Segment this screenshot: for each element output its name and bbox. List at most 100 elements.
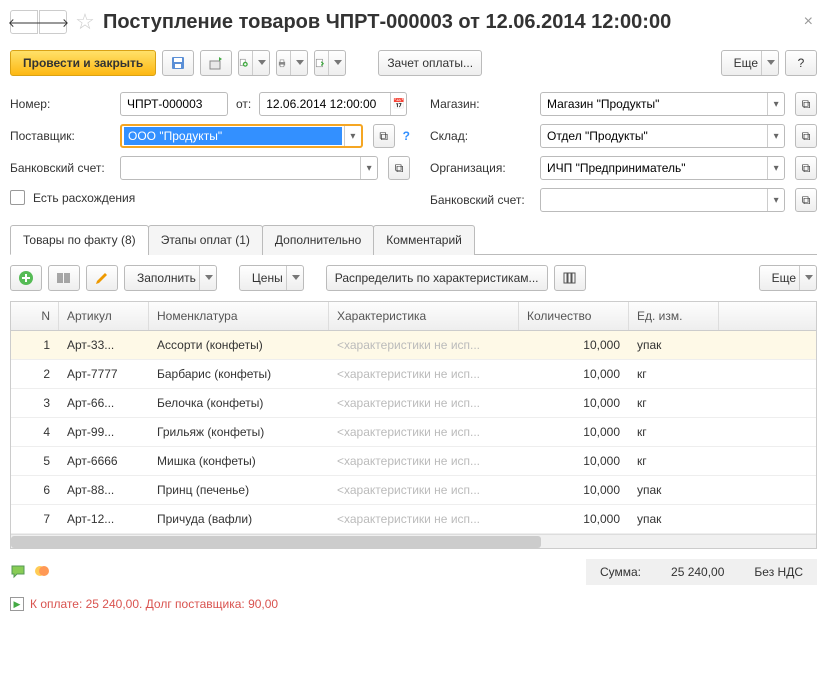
currency-icon[interactable] <box>34 563 50 582</box>
post-and-close-button[interactable]: Провести и закрыть <box>10 50 156 76</box>
cell-art: Арт-88... <box>59 483 149 497</box>
open-bank-l-button[interactable]: ⧉ <box>388 156 410 180</box>
dropdown-icon[interactable]: ▾ <box>344 126 360 146</box>
dropdown-icon[interactable]: ▾ <box>767 189 784 211</box>
table-row[interactable]: 5Арт-6666Мишка (конфеты)<характеристики … <box>11 447 816 476</box>
col-nom[interactable]: Номенклатура <box>149 302 329 330</box>
store-field[interactable]: ▾ <box>540 92 785 116</box>
cell-nom: Барбарис (конфеты) <box>149 367 329 381</box>
col-unit[interactable]: Ед. изм. <box>629 302 719 330</box>
number-field[interactable] <box>120 92 228 116</box>
cell-n: 5 <box>11 454 59 468</box>
table-row[interactable]: 3Арт-66...Белочка (конфеты)<характеристи… <box>11 389 816 418</box>
bank-account-l-field[interactable]: ▾ <box>120 156 378 180</box>
tabs: Товары по факту (8) Этапы оплат (1) Допо… <box>10 224 817 255</box>
status-expand-icon[interactable]: ▶ <box>10 597 24 611</box>
col-char[interactable]: Характеристика <box>329 302 519 330</box>
edt-button[interactable] <box>314 50 346 76</box>
nav-back-button[interactable]: 🡐 <box>10 10 38 34</box>
help-button[interactable]: ? <box>785 50 817 76</box>
print-button[interactable] <box>276 50 308 76</box>
goods-grid: N Артикул Номенклатура Характеристика Ко… <box>10 301 817 549</box>
chat-icon[interactable] <box>10 563 26 582</box>
warehouse-field[interactable]: ▾ <box>540 124 785 148</box>
table-row[interactable]: 6Арт-88...Принц (печенье)<характеристики… <box>11 476 816 505</box>
supplier-label: Поставщик: <box>10 129 112 143</box>
edit-row-button[interactable] <box>86 265 118 291</box>
discrepancy-checkbox[interactable] <box>10 190 25 205</box>
nav-forward-button[interactable]: 🡒 <box>39 10 67 34</box>
dropdown-icon[interactable]: ▾ <box>767 93 784 115</box>
prices-button[interactable]: Цены <box>239 265 304 291</box>
dropdown-icon[interactable]: ▾ <box>360 157 377 179</box>
sum-label: Сумма: <box>600 565 641 579</box>
cell-char: <характеристики не исп... <box>329 425 519 439</box>
open-org-button[interactable]: ⧉ <box>795 156 817 180</box>
fill-button[interactable]: Заполнить <box>124 265 217 291</box>
discrepancy-label: Есть расхождения <box>33 191 135 205</box>
favorite-star-icon[interactable]: ☆ <box>73 10 97 34</box>
columns-settings-button[interactable] <box>554 265 586 291</box>
col-qty[interactable]: Количество <box>519 302 629 330</box>
cell-nom: Мишка (конфеты) <box>149 454 329 468</box>
cell-nom: Грильяж (конфеты) <box>149 425 329 439</box>
tab-more-button[interactable]: Еще <box>759 265 817 291</box>
cell-char: <характеристики не исп... <box>329 483 519 497</box>
distribute-button[interactable]: Распределить по характеристикам... <box>326 265 548 291</box>
status-text: К оплате: 25 240,00. Долг поставщика: 90… <box>30 597 278 611</box>
calendar-icon[interactable]: 📅 <box>390 93 406 115</box>
dropdown-icon[interactable]: ▾ <box>767 157 784 179</box>
cell-qty: 10,000 <box>519 454 629 468</box>
cell-qty: 10,000 <box>519 396 629 410</box>
warehouse-label: Склад: <box>430 129 532 143</box>
cell-char: <характеристики не исп... <box>329 454 519 468</box>
open-store-button[interactable]: ⧉ <box>795 92 817 116</box>
org-field[interactable]: ▾ <box>540 156 785 180</box>
cell-unit: упак <box>629 512 719 526</box>
tab-comment[interactable]: Комментарий <box>373 225 475 255</box>
col-n[interactable]: N <box>11 302 59 330</box>
table-row[interactable]: 2Арт-7777Барбарис (конфеты)<характеристи… <box>11 360 816 389</box>
post-button[interactable] <box>200 50 232 76</box>
cell-unit: кг <box>629 367 719 381</box>
cell-art: Арт-33... <box>59 338 149 352</box>
cell-n: 4 <box>11 425 59 439</box>
cell-unit: кг <box>629 425 719 439</box>
open-bank-r-button[interactable]: ⧉ <box>795 188 817 212</box>
cell-nom: Принц (печенье) <box>149 483 329 497</box>
dropdown-icon[interactable]: ▾ <box>767 125 784 147</box>
bank-account-r-field[interactable]: ▾ <box>540 188 785 212</box>
cell-qty: 10,000 <box>519 512 629 526</box>
open-warehouse-button[interactable]: ⧉ <box>795 124 817 148</box>
cell-n: 1 <box>11 338 59 352</box>
add-row-button[interactable] <box>10 265 42 291</box>
cell-art: Арт-6666 <box>59 454 149 468</box>
bank-account-l-label: Банковский счет: <box>10 161 112 175</box>
tab-goods[interactable]: Товары по факту (8) <box>10 225 149 255</box>
date-field[interactable]: 📅 <box>259 92 407 116</box>
tab-additional[interactable]: Дополнительно <box>262 225 374 255</box>
cell-n: 2 <box>11 367 59 381</box>
horizontal-scrollbar[interactable] <box>11 534 816 548</box>
table-row[interactable]: 1Арт-33...Ассорти (конфеты)<характеристи… <box>11 331 816 360</box>
barcode-button[interactable] <box>48 265 80 291</box>
close-icon[interactable]: × <box>800 13 817 31</box>
date-label: от: <box>236 97 251 111</box>
create-based-on-button[interactable] <box>238 50 270 76</box>
cell-qty: 10,000 <box>519 483 629 497</box>
more-button[interactable]: Еще <box>721 50 779 76</box>
save-button[interactable] <box>162 50 194 76</box>
prices-label: Цены <box>252 271 283 285</box>
supplier-help-icon[interactable]: ? <box>403 129 410 143</box>
supplier-field[interactable]: ▾ <box>120 124 363 148</box>
tab-payments[interactable]: Этапы оплат (1) <box>148 225 263 255</box>
cell-n: 6 <box>11 483 59 497</box>
cell-n: 7 <box>11 512 59 526</box>
table-row[interactable]: 4Арт-99...Грильяж (конфеты)<характеристи… <box>11 418 816 447</box>
table-row[interactable]: 7Арт-12...Причуда (вафли)<характеристики… <box>11 505 816 534</box>
tab-more-label: Еще <box>772 271 796 285</box>
col-art[interactable]: Артикул <box>59 302 149 330</box>
cell-nom: Белочка (конфеты) <box>149 396 329 410</box>
open-supplier-button[interactable]: ⧉ <box>373 124 395 148</box>
offset-payment-button[interactable]: Зачет оплаты... <box>378 50 482 76</box>
